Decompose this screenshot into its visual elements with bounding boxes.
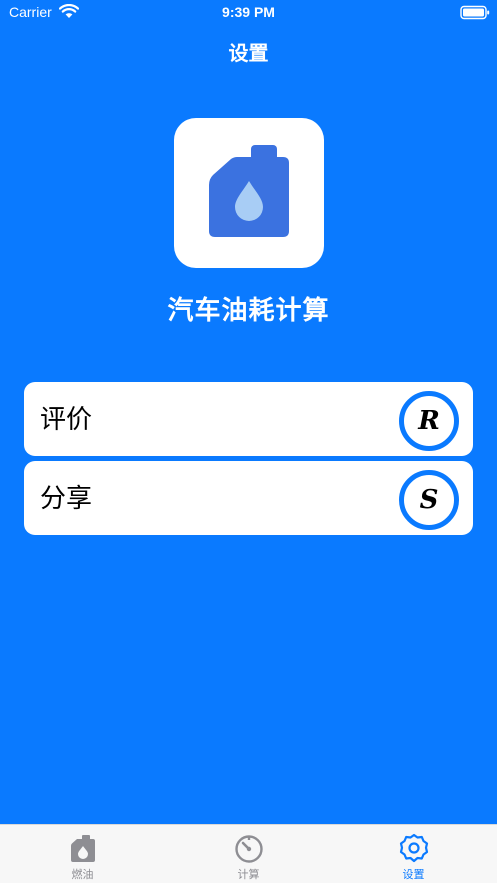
fuel-can-icon [70,835,95,862]
tab-settings-label: 设置 [402,868,425,881]
rate-r-icon: R [399,391,459,451]
page-title: 设置 [228,41,269,65]
tab-settings[interactable]: 设置 [331,825,496,883]
rate-label: 评价 [40,405,93,435]
rate-row[interactable]: 评价 R [24,382,473,456]
battery-icon [460,5,490,20]
tab-calc[interactable]: 计算 [166,825,331,883]
app-logo [174,118,324,268]
fuel-can-icon [209,145,289,237]
gauge-icon [234,835,263,863]
tab-fuel[interactable]: 燃油 [0,825,165,883]
status-bar: Carrier 9:39 PM [0,0,497,26]
share-label: 分享 [40,484,93,514]
tab-calc-label: 计算 [237,868,260,881]
app-name: 汽车油耗计算 [167,296,330,326]
share-s-icon: S [399,470,459,530]
gear-icon [399,833,428,863]
tab-bar: 燃油 计算 设置 [0,824,497,883]
settings-screen: Carrier 9:39 PM 设置 汽车油耗计算 评价 R 分享 S 燃油 计… [0,0,497,883]
tab-fuel-label: 燃油 [71,868,94,881]
share-row[interactable]: 分享 S [24,461,473,535]
status-time: 9:39 PM [222,4,275,20]
